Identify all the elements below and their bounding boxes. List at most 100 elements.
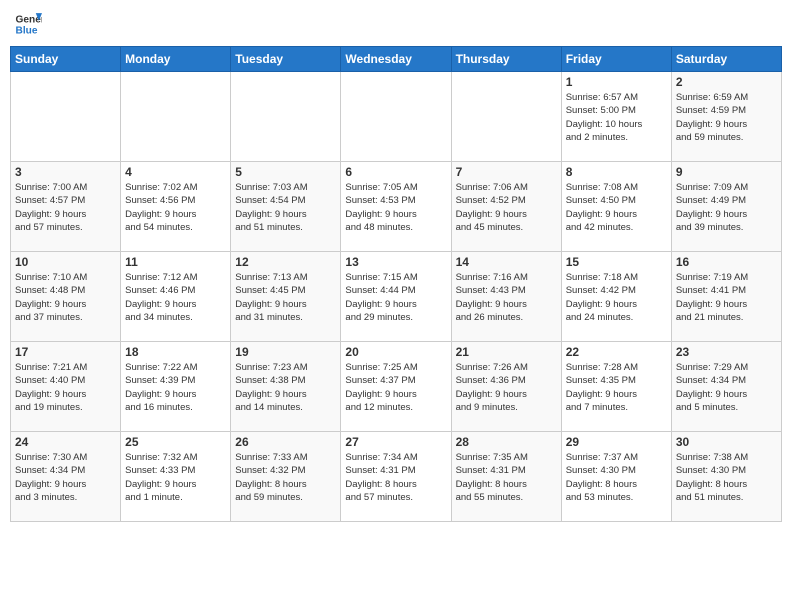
- day-number: 7: [456, 165, 557, 179]
- calendar-cell: 22 Sunrise: 7:28 AM Sunset: 4:35 PM Dayli…: [561, 342, 671, 432]
- calendar-cell: 27 Sunrise: 7:34 AM Sunset: 4:31 PM Dayli…: [341, 432, 451, 522]
- day-info: Sunrise: 7:32 AM Sunset: 4:33 PM Dayligh…: [125, 451, 226, 504]
- day-info: Sunrise: 7:15 AM Sunset: 4:44 PM Dayligh…: [345, 271, 446, 324]
- day-info: Sunrise: 7:34 AM Sunset: 4:31 PM Dayligh…: [345, 451, 446, 504]
- day-info: Sunrise: 7:18 AM Sunset: 4:42 PM Dayligh…: [566, 271, 667, 324]
- day-info: Sunrise: 7:38 AM Sunset: 4:30 PM Dayligh…: [676, 451, 777, 504]
- day-info: Sunrise: 6:57 AM Sunset: 5:00 PM Dayligh…: [566, 91, 667, 144]
- day-info: Sunrise: 7:05 AM Sunset: 4:53 PM Dayligh…: [345, 181, 446, 234]
- weekday-header-saturday: Saturday: [671, 47, 781, 72]
- day-info: Sunrise: 7:23 AM Sunset: 4:38 PM Dayligh…: [235, 361, 336, 414]
- calendar-cell: [341, 72, 451, 162]
- day-number: 18: [125, 345, 226, 359]
- day-number: 11: [125, 255, 226, 269]
- calendar-cell: 9 Sunrise: 7:09 AM Sunset: 4:49 PM Daylig…: [671, 162, 781, 252]
- calendar-week-1: 1 Sunrise: 6:57 AM Sunset: 5:00 PM Daylig…: [11, 72, 782, 162]
- day-number: 16: [676, 255, 777, 269]
- calendar-week-5: 24 Sunrise: 7:30 AM Sunset: 4:34 PM Dayli…: [11, 432, 782, 522]
- day-number: 3: [15, 165, 116, 179]
- logo: General Blue: [14, 10, 46, 38]
- day-number: 19: [235, 345, 336, 359]
- calendar-week-2: 3 Sunrise: 7:00 AM Sunset: 4:57 PM Daylig…: [11, 162, 782, 252]
- calendar-cell: 8Sunrise: 7:08 AM Sunset: 4:50 PM Daylig…: [561, 162, 671, 252]
- calendar-cell: 26 Sunrise: 7:33 AM Sunset: 4:32 PM Dayli…: [231, 432, 341, 522]
- day-number: 28: [456, 435, 557, 449]
- calendar-cell: 11 Sunrise: 7:12 AM Sunset: 4:46 PM Dayli…: [121, 252, 231, 342]
- calendar-cell: 17 Sunrise: 7:21 AM Sunset: 4:40 PM Dayli…: [11, 342, 121, 432]
- day-number: 8: [566, 165, 667, 179]
- day-info: Sunrise: 7:03 AM Sunset: 4:54 PM Dayligh…: [235, 181, 336, 234]
- calendar-cell: 19 Sunrise: 7:23 AM Sunset: 4:38 PM Dayli…: [231, 342, 341, 432]
- weekday-header-sunday: Sunday: [11, 47, 121, 72]
- day-number: 12: [235, 255, 336, 269]
- calendar-week-4: 17 Sunrise: 7:21 AM Sunset: 4:40 PM Dayli…: [11, 342, 782, 432]
- weekday-header-wednesday: Wednesday: [341, 47, 451, 72]
- calendar-cell: 10Sunrise: 7:10 AM Sunset: 4:48 PM Dayli…: [11, 252, 121, 342]
- day-number: 27: [345, 435, 446, 449]
- calendar-cell: 16 Sunrise: 7:19 AM Sunset: 4:41 PM Dayli…: [671, 252, 781, 342]
- day-number: 22: [566, 345, 667, 359]
- day-info: Sunrise: 7:16 AM Sunset: 4:43 PM Dayligh…: [456, 271, 557, 324]
- day-number: 24: [15, 435, 116, 449]
- day-number: 23: [676, 345, 777, 359]
- day-number: 1: [566, 75, 667, 89]
- day-info: Sunrise: 7:19 AM Sunset: 4:41 PM Dayligh…: [676, 271, 777, 324]
- calendar-cell: [121, 72, 231, 162]
- day-info: Sunrise: 7:12 AM Sunset: 4:46 PM Dayligh…: [125, 271, 226, 324]
- calendar-cell: 3 Sunrise: 7:00 AM Sunset: 4:57 PM Daylig…: [11, 162, 121, 252]
- day-info: Sunrise: 7:02 AM Sunset: 4:56 PM Dayligh…: [125, 181, 226, 234]
- calendar-cell: 21Sunrise: 7:26 AM Sunset: 4:36 PM Dayli…: [451, 342, 561, 432]
- calendar-cell: 24 Sunrise: 7:30 AM Sunset: 4:34 PM Dayli…: [11, 432, 121, 522]
- day-info: Sunrise: 6:59 AM Sunset: 4:59 PM Dayligh…: [676, 91, 777, 144]
- day-number: 17: [15, 345, 116, 359]
- calendar-cell: [11, 72, 121, 162]
- calendar-cell: 12 Sunrise: 7:13 AM Sunset: 4:45 PM Dayli…: [231, 252, 341, 342]
- calendar-cell: 2 Sunrise: 6:59 AM Sunset: 4:59 PM Daylig…: [671, 72, 781, 162]
- day-info: Sunrise: 7:09 AM Sunset: 4:49 PM Dayligh…: [676, 181, 777, 234]
- day-number: 9: [676, 165, 777, 179]
- day-number: 13: [345, 255, 446, 269]
- calendar-cell: 25 Sunrise: 7:32 AM Sunset: 4:33 PM Dayli…: [121, 432, 231, 522]
- header: General Blue: [10, 10, 782, 38]
- day-number: 2: [676, 75, 777, 89]
- calendar-cell: 5 Sunrise: 7:03 AM Sunset: 4:54 PM Daylig…: [231, 162, 341, 252]
- calendar-cell: 30 Sunrise: 7:38 AM Sunset: 4:30 PM Dayli…: [671, 432, 781, 522]
- calendar-cell: 7 Sunrise: 7:06 AM Sunset: 4:52 PM Daylig…: [451, 162, 561, 252]
- day-info: Sunrise: 7:10 AM Sunset: 4:48 PM Dayligh…: [15, 271, 116, 324]
- calendar-cell: 1 Sunrise: 6:57 AM Sunset: 5:00 PM Daylig…: [561, 72, 671, 162]
- calendar-cell: 28 Sunrise: 7:35 AM Sunset: 4:31 PM Dayli…: [451, 432, 561, 522]
- day-number: 15: [566, 255, 667, 269]
- day-info: Sunrise: 7:33 AM Sunset: 4:32 PM Dayligh…: [235, 451, 336, 504]
- calendar-header-row: SundayMondayTuesdayWednesdayThursdayFrid…: [11, 47, 782, 72]
- day-info: Sunrise: 7:00 AM Sunset: 4:57 PM Dayligh…: [15, 181, 116, 234]
- day-number: 21: [456, 345, 557, 359]
- calendar-cell: 15 Sunrise: 7:18 AM Sunset: 4:42 PM Dayli…: [561, 252, 671, 342]
- day-number: 20: [345, 345, 446, 359]
- day-number: 4: [125, 165, 226, 179]
- day-info: Sunrise: 7:06 AM Sunset: 4:52 PM Dayligh…: [456, 181, 557, 234]
- day-info: Sunrise: 7:21 AM Sunset: 4:40 PM Dayligh…: [15, 361, 116, 414]
- day-info: Sunrise: 7:35 AM Sunset: 4:31 PM Dayligh…: [456, 451, 557, 504]
- calendar-cell: 14 Sunrise: 7:16 AM Sunset: 4:43 PM Dayli…: [451, 252, 561, 342]
- calendar-week-3: 10Sunrise: 7:10 AM Sunset: 4:48 PM Dayli…: [11, 252, 782, 342]
- calendar-cell: 18 Sunrise: 7:22 AM Sunset: 4:39 PM Dayli…: [121, 342, 231, 432]
- day-info: Sunrise: 7:22 AM Sunset: 4:39 PM Dayligh…: [125, 361, 226, 414]
- day-number: 29: [566, 435, 667, 449]
- day-info: Sunrise: 7:13 AM Sunset: 4:45 PM Dayligh…: [235, 271, 336, 324]
- day-info: Sunrise: 7:37 AM Sunset: 4:30 PM Dayligh…: [566, 451, 667, 504]
- day-number: 30: [676, 435, 777, 449]
- calendar-cell: 29 Sunrise: 7:37 AM Sunset: 4:30 PM Dayli…: [561, 432, 671, 522]
- calendar-cell: 20Sunrise: 7:25 AM Sunset: 4:37 PM Dayli…: [341, 342, 451, 432]
- day-info: Sunrise: 7:30 AM Sunset: 4:34 PM Dayligh…: [15, 451, 116, 504]
- day-number: 25: [125, 435, 226, 449]
- calendar-cell: [451, 72, 561, 162]
- day-number: 14: [456, 255, 557, 269]
- weekday-header-tuesday: Tuesday: [231, 47, 341, 72]
- day-number: 6: [345, 165, 446, 179]
- weekday-header-monday: Monday: [121, 47, 231, 72]
- day-number: 26: [235, 435, 336, 449]
- calendar-cell: 6 Sunrise: 7:05 AM Sunset: 4:53 PM Daylig…: [341, 162, 451, 252]
- day-info: Sunrise: 7:28 AM Sunset: 4:35 PM Dayligh…: [566, 361, 667, 414]
- calendar-cell: 4 Sunrise: 7:02 AM Sunset: 4:56 PM Daylig…: [121, 162, 231, 252]
- day-number: 5: [235, 165, 336, 179]
